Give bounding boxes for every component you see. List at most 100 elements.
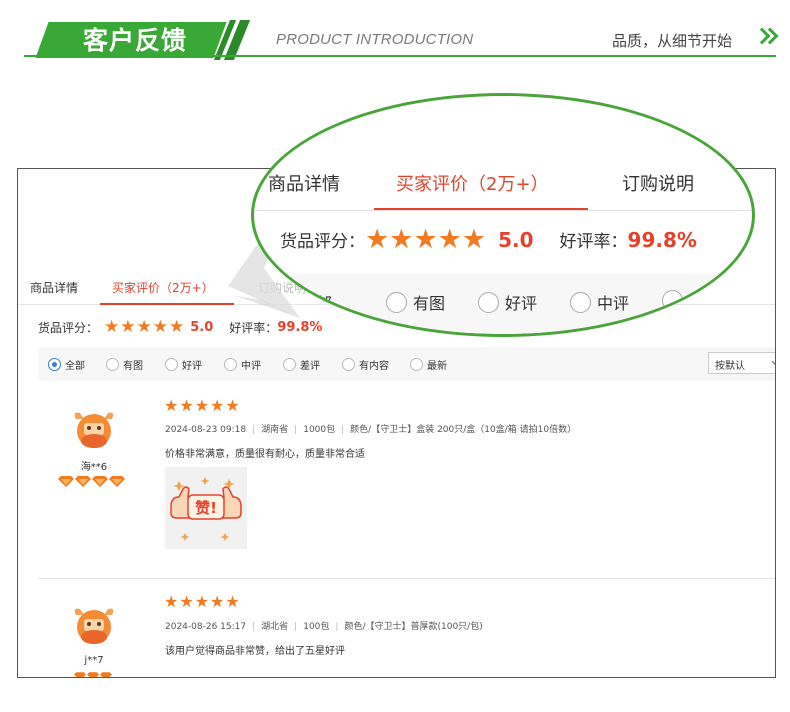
filter-label: 有图 xyxy=(413,294,446,313)
radio-icon xyxy=(570,291,591,313)
filter-label: 好评 xyxy=(182,361,202,372)
zoom-rating-label: 货品评分： xyxy=(280,232,365,252)
diamond-icon xyxy=(87,672,99,677)
meta-separator: | xyxy=(252,622,256,632)
radio-icon xyxy=(478,291,499,313)
member-badges xyxy=(58,475,125,487)
filter-neutral[interactable]: 中评 xyxy=(224,357,261,372)
header-banner: 客户反馈 PRODUCT INTRODUCTION 品质，从细节开始 xyxy=(0,0,790,70)
radio-icon xyxy=(106,358,119,371)
zoom-tab-order-notes: 订购说明 xyxy=(622,174,694,195)
filter-negative[interactable]: 差评 xyxy=(283,357,320,372)
radio-icon xyxy=(662,290,683,311)
diamond-icon xyxy=(58,476,74,487)
tab-buyer-reviews[interactable]: 买家评价（2万+） xyxy=(112,279,214,296)
filter-label: 全部 xyxy=(65,361,85,372)
review-stars: ★ ★ ★ ★ ★ xyxy=(164,397,240,414)
filter-all[interactable]: 全部 xyxy=(48,357,85,372)
diamond-icon xyxy=(92,476,108,487)
star-icon: ★ xyxy=(152,316,169,337)
banner-subtitle: PRODUCT INTRODUCTION xyxy=(276,31,474,48)
review-comment: 该用户觉得商品非常赞，给出了五星好评 xyxy=(165,646,345,657)
star-icon: ★ xyxy=(413,224,438,255)
filter-with-photos[interactable]: 有图 xyxy=(106,357,143,372)
star-icon: ★ xyxy=(164,592,179,611)
radio-icon xyxy=(165,358,178,371)
tab-product-details[interactable]: 商品详情 xyxy=(30,279,78,296)
filter-label: 差评 xyxy=(300,361,320,372)
rating-stars: ★ ★ ★ ★ ★ xyxy=(104,316,185,337)
cow-avatar-icon xyxy=(74,412,114,448)
filter-label: 最新 xyxy=(427,361,447,372)
star-icon: ★ xyxy=(179,592,194,611)
zoom-filter-all: 全部 xyxy=(300,290,332,314)
meta-separator: | xyxy=(335,622,339,632)
filter-label: 有内容 xyxy=(359,361,389,372)
reviewer-username: 海**6 xyxy=(80,462,108,473)
star-icon: ★ xyxy=(461,224,487,255)
rating-label: 货品评分： xyxy=(38,320,99,335)
zoom-tab-product-details: 商品详情 xyxy=(268,174,340,195)
zoom-rating-summary: 货品评分： ★ ★ ★ ★ ★ 5.0 好评率： 99.8% xyxy=(280,226,697,253)
review-region: 湖南省 xyxy=(261,425,289,435)
active-tab-underline xyxy=(100,303,234,305)
reviewer-username: j**7 xyxy=(84,655,104,666)
review-date: 2024-08-26 15:17 xyxy=(165,622,247,632)
star-icon: ★ xyxy=(437,224,462,255)
star-icon: ★ xyxy=(365,224,390,255)
chevron-down-icon xyxy=(771,356,775,367)
zoom-tab-buyer-reviews: 买家评价（2万+） xyxy=(396,174,549,195)
meta-separator: | xyxy=(294,622,298,632)
star-icon: ★ xyxy=(210,396,225,415)
filter-with-content[interactable]: 有内容 xyxy=(342,357,389,372)
radio-icon xyxy=(410,358,423,371)
diamond-icon xyxy=(100,672,112,677)
star-icon: ★ xyxy=(389,224,414,255)
cow-avatar-icon xyxy=(74,608,114,644)
rating-score: 5.0 xyxy=(190,319,214,335)
filter-latest[interactable]: 最新 xyxy=(410,357,447,372)
review-meta: 2024-08-26 15:17 | 湖北省 | 100包 | 颜色/【守卫士】普厚款(10… xyxy=(165,619,483,632)
star-icon: ★ xyxy=(104,316,120,337)
star-icon: ★ xyxy=(179,396,194,415)
review-quantity: 1000包 xyxy=(303,425,336,435)
review-quantity: 100包 xyxy=(303,622,330,632)
review-comment: 价格非常满意，质量很有耐心，质量非常合适 xyxy=(165,449,365,460)
radio-icon xyxy=(342,358,355,371)
review-spec: 颜色/【守卫士】盒装 200只/盒（10盒/箱 请拍10倍数） xyxy=(350,425,577,435)
review-meta: 2024-08-23 09:18 | 湖南省 | 1000包 | 颜色/【守卫士】盒装 20… xyxy=(165,422,576,435)
sort-dropdown[interactable]: 按默认 xyxy=(708,352,775,374)
star-icon: ★ xyxy=(169,316,185,337)
filter-label: 好评 xyxy=(505,294,538,313)
review-date: 2024-08-23 09:18 xyxy=(165,425,247,435)
star-icon: ★ xyxy=(136,316,152,337)
diamond-icon xyxy=(75,476,91,487)
meta-separator: | xyxy=(341,425,345,435)
member-badges xyxy=(74,670,112,677)
zoom-filter-bar: 全部 有图 好评 中评 xyxy=(254,274,752,334)
magnifier-zoom: 商品详情 买家评价（2万+） 订购说明 货品评分： ★ ★ ★ ★ ★ 5.0 … xyxy=(251,93,755,337)
diamond-icon xyxy=(74,672,86,677)
zoom-good-rate-label: 好评率： xyxy=(559,232,628,252)
star-icon: ★ xyxy=(194,396,210,415)
thumbs-up-praise-image: 赞! xyxy=(170,477,242,541)
star-icon: ★ xyxy=(194,592,210,611)
filter-label: 中评 xyxy=(241,361,261,372)
zoom-good-rate-value: 99.8% xyxy=(627,227,697,252)
zoom-rating-score: 5.0 xyxy=(498,227,534,252)
radio-checked-icon xyxy=(48,358,61,371)
review-divider xyxy=(38,578,775,579)
filter-positive[interactable]: 好评 xyxy=(165,357,202,372)
sort-selected-value: 按默认 xyxy=(715,361,745,372)
radio-icon xyxy=(386,291,407,313)
review-photo[interactable]: 赞! xyxy=(165,467,247,549)
zoom-filter-positive: 好评 xyxy=(478,290,537,314)
zoom-filter-neutral: 中评 xyxy=(570,290,629,314)
zoom-filter-more xyxy=(662,290,689,311)
star-icon: ★ xyxy=(225,592,240,611)
review-spec: 颜色/【守卫士】普厚款(100只/包) xyxy=(344,622,483,632)
radio-icon xyxy=(224,358,237,371)
zoom-filter-with-photos: 有图 xyxy=(386,290,445,314)
review-filter-bar: 全部 有图 好评 中评 差评 有内容 最新 按默认 xyxy=(38,347,775,381)
review-region: 湖北省 xyxy=(261,622,289,632)
